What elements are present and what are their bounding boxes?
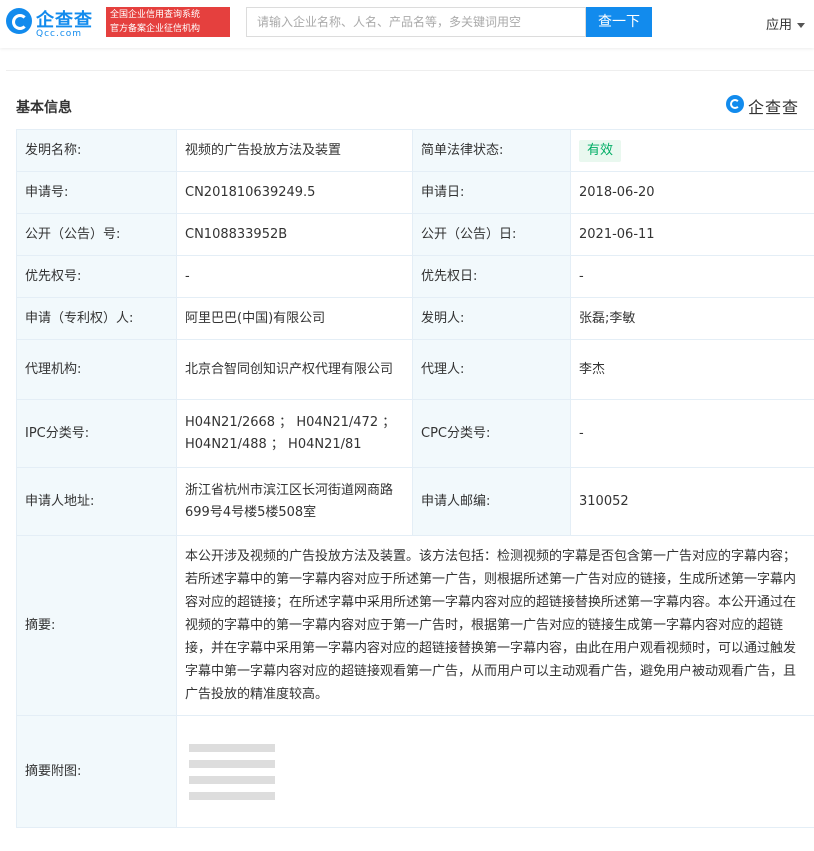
- search-input[interactable]: [247, 8, 585, 36]
- slogan-badge: 全国企业信用查询系统 官方备案企业征信机构: [106, 7, 230, 37]
- table-row: 公开（公告）号: CN108833952B 公开（公告）日: 2021-06-1…: [17, 214, 814, 256]
- invention-name-label: 发明名称:: [17, 130, 177, 172]
- table-row: 申请号: CN201810639249.5 申请日: 2018-06-20: [17, 172, 814, 214]
- search-box: [246, 7, 586, 37]
- table-row: 代理机构: 北京合智同创知识产权代理有限公司 代理人: 李杰: [17, 340, 814, 400]
- table-row: 申请（专利权）人: 阿里巴巴(中国)有限公司 发明人: 张磊;李敏: [17, 298, 814, 340]
- apps-label: 应用: [766, 18, 792, 33]
- table-row: 发明名称: 视频的广告投放方法及装置 简单法律状态: 有效: [17, 130, 814, 172]
- legal-status-cell: 有效: [571, 130, 814, 172]
- logo-domain: Qcc.com: [36, 29, 82, 39]
- cpc-label: CPC分类号:: [413, 400, 571, 468]
- slogan-line-1: 全国企业信用查询系统: [110, 8, 226, 22]
- qcc-watermark: 企查查: [726, 93, 814, 117]
- app-date-value: 2018-06-20: [571, 172, 814, 214]
- abstract-label: 摘要:: [17, 536, 177, 716]
- priority-date-label: 优先权日:: [413, 256, 571, 298]
- pub-no-value: CN108833952B: [177, 214, 413, 256]
- zip-label: 申请人邮编:: [413, 468, 571, 536]
- zip-value: 310052: [571, 468, 814, 536]
- address-value: 浙江省杭州市滨江区长河街道网商路699号4号楼5楼508室: [177, 468, 413, 536]
- qcc-logo-icon: [6, 8, 32, 34]
- section-title: 基本信息: [16, 97, 72, 117]
- inventor-value: 张磊;李敏: [571, 298, 814, 340]
- agent-value: 李杰: [571, 340, 814, 400]
- agent-label: 代理人:: [413, 340, 571, 400]
- inventor-label: 发明人:: [413, 298, 571, 340]
- table-row: 摘要附图:: [17, 716, 814, 828]
- search-button[interactable]: 查一下: [586, 7, 652, 37]
- chevron-down-icon: [797, 23, 805, 28]
- address-label: 申请人地址:: [17, 468, 177, 536]
- cpc-value: -: [571, 400, 814, 468]
- priority-no-value: -: [177, 256, 413, 298]
- qcc-logo-icon: [726, 95, 744, 113]
- agency-label: 代理机构:: [17, 340, 177, 400]
- agency-link[interactable]: 北京合智同创知识产权代理有限公司: [177, 340, 413, 400]
- legal-status-label: 简单法律状态:: [413, 130, 571, 172]
- invention-name-value: 视频的广告投放方法及装置: [177, 130, 413, 172]
- abstract-image-label: 摘要附图:: [17, 716, 177, 828]
- ipc-value: H04N21/2668 ； H04N21/472 ； H04N21/488 ； …: [177, 400, 413, 468]
- priority-no-label: 优先权号:: [17, 256, 177, 298]
- basic-info-card: 基本信息 企查查 发明名称: 视频的广告投放方法及装置 简单法律状态: 有效 申…: [6, 70, 814, 851]
- pub-no-label: 公开（公告）号:: [17, 214, 177, 256]
- app-date-label: 申请日:: [413, 172, 571, 214]
- applicant-label: 申请（专利权）人:: [17, 298, 177, 340]
- abstract-image-cell: [177, 716, 814, 828]
- qcc-logo[interactable]: 企查查 Qcc.com: [6, 7, 98, 41]
- ipc-label: IPC分类号:: [17, 400, 177, 468]
- table-row: 申请人地址: 浙江省杭州市滨江区长河街道网商路699号4号楼5楼508室 申请人…: [17, 468, 814, 536]
- watermark-text: 企查查: [748, 94, 799, 118]
- priority-date-value: -: [571, 256, 814, 298]
- pub-date-value: 2021-06-11: [571, 214, 814, 256]
- app-no-value: CN201810639249.5: [177, 172, 413, 214]
- applicant-link[interactable]: 阿里巴巴(中国)有限公司: [177, 298, 413, 340]
- abstract-text: 本公开涉及视频的广告投放方法及装置。该方法包括：检测视频的字幕是否包含第一广告对…: [177, 536, 814, 716]
- top-nav-bar: 企查查 Qcc.com 全国企业信用查询系统 官方备案企业征信机构 查一下 应用: [0, 0, 814, 48]
- app-no-label: 申请号:: [17, 172, 177, 214]
- slogan-line-2: 官方备案企业征信机构: [110, 22, 226, 36]
- status-badge: 有效: [579, 140, 621, 162]
- pub-date-label: 公开（公告）日:: [413, 214, 571, 256]
- table-row: 摘要: 本公开涉及视频的广告投放方法及装置。该方法包括：检测视频的字幕是否包含第…: [17, 536, 814, 716]
- abstract-flowchart-image[interactable]: [185, 740, 281, 804]
- apps-menu[interactable]: 应用: [766, 14, 805, 33]
- patent-info-table: 发明名称: 视频的广告投放方法及装置 简单法律状态: 有效 申请号: CN201…: [16, 129, 814, 828]
- table-row: 优先权号: - 优先权日: -: [17, 256, 814, 298]
- table-row: IPC分类号: H04N21/2668 ； H04N21/472 ； H04N2…: [17, 400, 814, 468]
